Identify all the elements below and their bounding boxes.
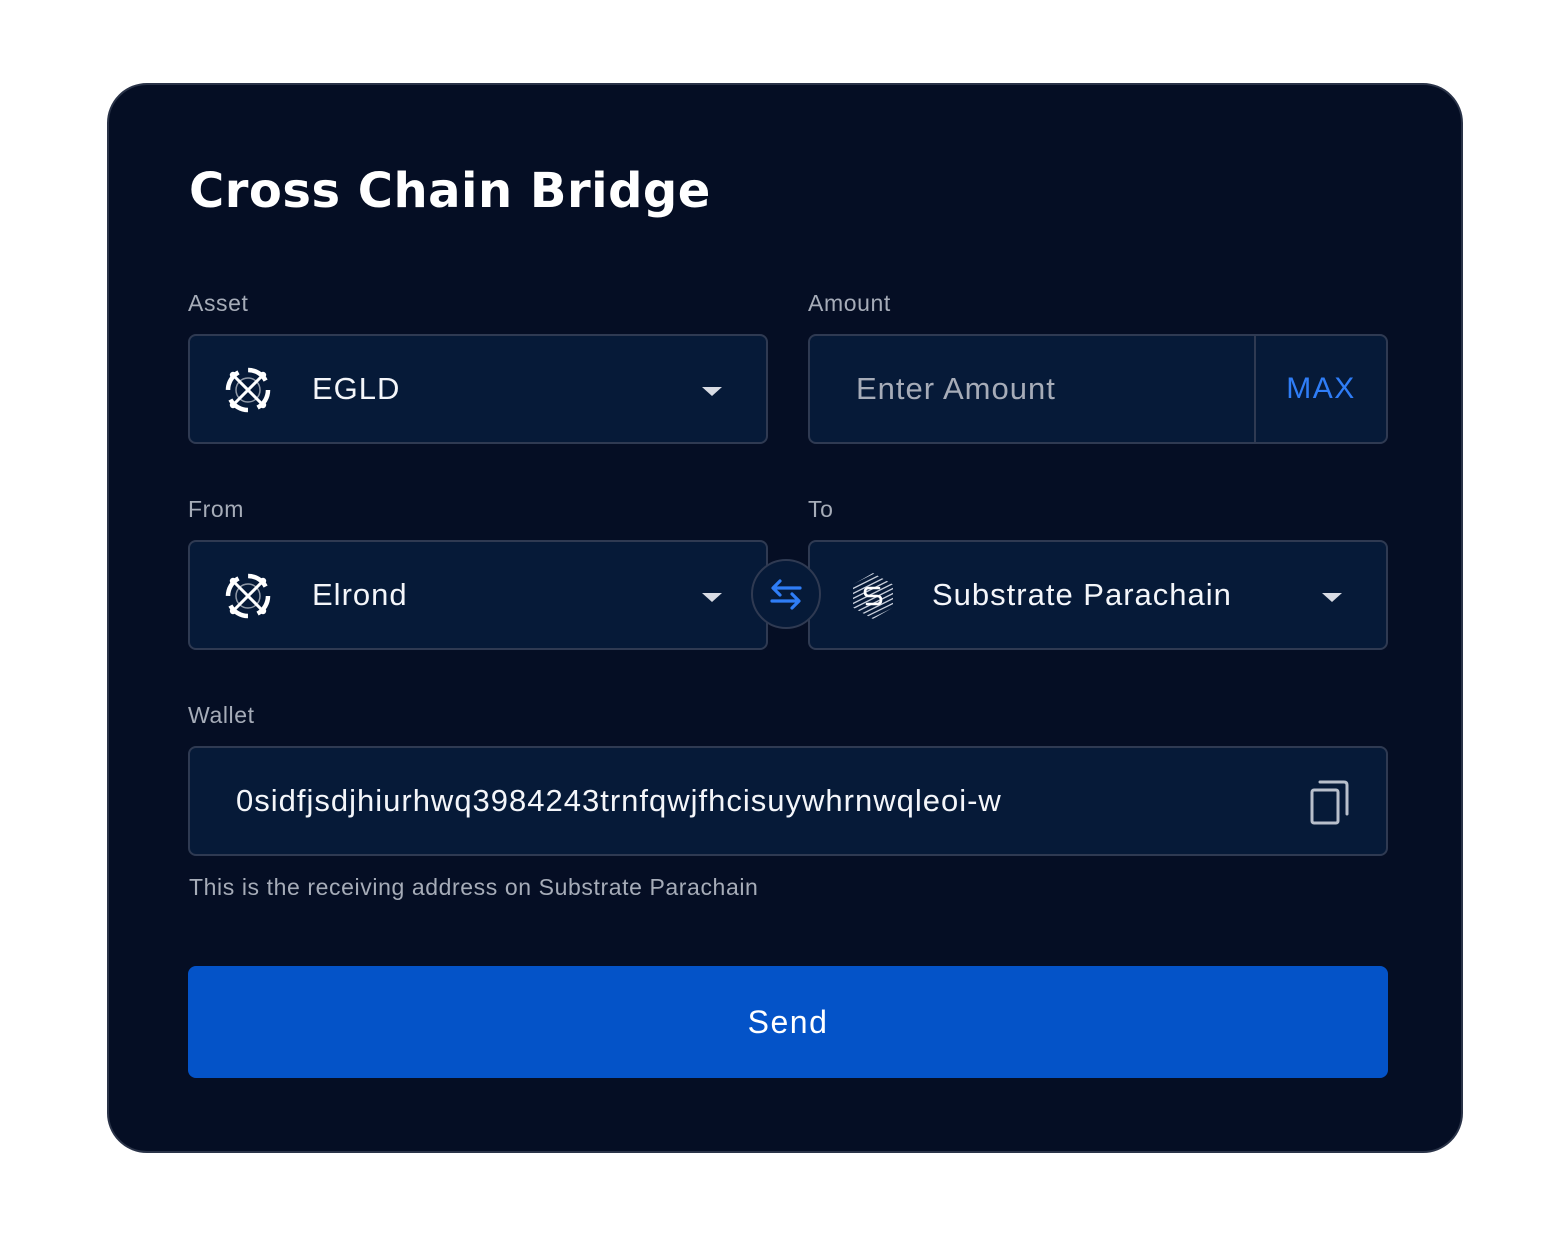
from-chain-select[interactable]: Elrond	[188, 540, 768, 650]
amount-field: MAX	[808, 334, 1388, 444]
wallet-field[interactable]: 0sidfjsdjhiurhwq3984243trnfqwjfhcisuywhr…	[188, 746, 1388, 856]
wallet-address[interactable]: 0sidfjsdjhiurhwq3984243trnfqwjfhcisuywhr…	[236, 748, 1002, 854]
to-chain-value: Substrate Parachain	[932, 577, 1232, 612]
to-label: To	[808, 496, 834, 522]
bridge-card: Cross Chain Bridge Asset EGLD Amount MAX…	[107, 83, 1463, 1153]
wallet-hint: This is the receiving address on Substra…	[189, 874, 759, 900]
from-label: From	[188, 496, 245, 522]
amount-input[interactable]	[810, 336, 1256, 442]
copy-icon[interactable]	[1308, 778, 1352, 826]
chevron-down-icon	[702, 387, 722, 396]
substrate-icon	[853, 573, 893, 619]
page-title: Cross Chain Bridge	[189, 163, 711, 219]
elrond-icon	[225, 573, 271, 619]
asset-value: EGLD	[312, 371, 401, 406]
send-button[interactable]: Send	[188, 966, 1388, 1078]
chevron-down-icon	[1322, 593, 1342, 602]
from-chain-value: Elrond	[312, 577, 408, 612]
max-button[interactable]: MAX	[1254, 336, 1386, 442]
swap-chains-button[interactable]	[751, 559, 821, 629]
chevron-down-icon	[702, 593, 722, 602]
to-chain-select[interactable]: Substrate Parachain	[808, 540, 1388, 650]
wallet-label: Wallet	[188, 702, 255, 728]
asset-label: Asset	[188, 290, 249, 316]
asset-select[interactable]: EGLD	[188, 334, 768, 444]
elrond-icon	[225, 367, 271, 413]
amount-label: Amount	[808, 290, 891, 316]
swap-arrows-icon	[770, 579, 802, 610]
